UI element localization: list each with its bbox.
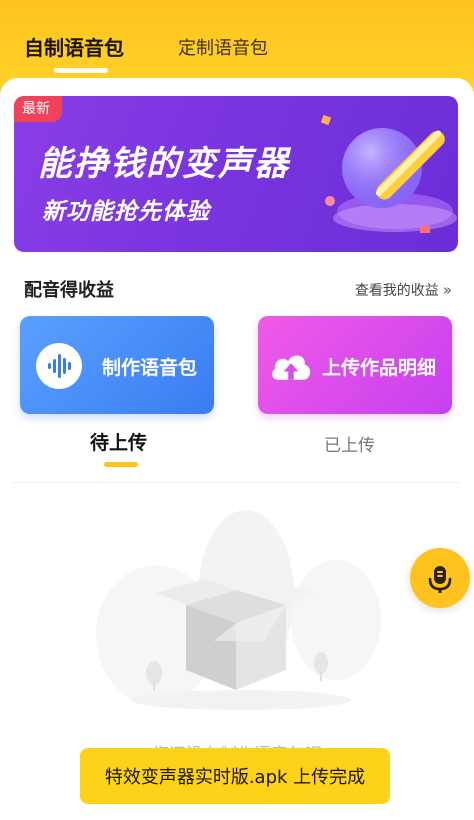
make-voice-pack-button[interactable]: 制作语音包: [20, 316, 214, 414]
planet-illustration-icon: [320, 114, 457, 233]
top-tabs: 自制语音包 定制语音包: [0, 0, 474, 78]
microphone-icon: [428, 566, 452, 593]
earnings-section-title: 配音得收益: [24, 280, 114, 301]
tab-custom[interactable]: 定制语音包: [178, 34, 268, 60]
tab-uploaded[interactable]: 已上传: [324, 431, 375, 456]
banner-badge: 最新: [14, 96, 62, 122]
empty-box-illustration-icon: [96, 510, 381, 710]
view-earnings-label: 查看我的收益: [354, 283, 439, 299]
divider: [12, 482, 460, 483]
toast-text: 特效变声器实时版.apk 上传完成: [104, 767, 366, 788]
tab-active-indicator: [54, 68, 108, 73]
make-voice-pack-label: 制作语音包: [102, 357, 198, 379]
banner-subtitle: 新功能抢先体验: [42, 199, 210, 225]
cloud-upload-icon: [268, 343, 314, 389]
subtab-active-indicator: [104, 462, 138, 467]
double-chevron-right-icon: »: [442, 281, 452, 299]
upload-complete-toast: 特效变声器实时版.apk 上传完成: [80, 748, 390, 804]
tab-self-made[interactable]: 自制语音包: [24, 32, 124, 61]
promo-banner[interactable]: 最新 能挣钱的变声器 新功能抢先体验: [14, 96, 458, 252]
banner-title: 能挣钱的变声器: [38, 144, 290, 184]
view-earnings-link[interactable]: 查看我的收益»: [355, 280, 452, 300]
microphone-button[interactable]: [410, 548, 470, 608]
upload-works-button[interactable]: 上传作品明细: [258, 316, 452, 414]
upload-works-label: 上传作品明细: [322, 357, 437, 379]
sound-wave-icon: [36, 343, 82, 389]
tab-pending-upload[interactable]: 待上传: [90, 428, 147, 455]
